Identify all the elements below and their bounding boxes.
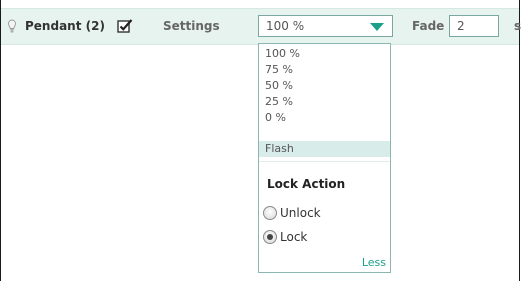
- dropdown-option[interactable]: 75 %: [259, 62, 390, 78]
- bulb-icon: [8, 19, 16, 33]
- dropdown-option[interactable]: 100 %: [259, 46, 390, 62]
- radio-label: Lock: [280, 230, 308, 244]
- dropdown-option[interactable]: 0 %: [259, 110, 390, 126]
- checkbox-checked-icon[interactable]: [117, 18, 133, 34]
- fade-unit-label: s: [514, 19, 522, 33]
- level-dropdown[interactable]: 100 %: [258, 15, 393, 37]
- right-frame-border: [519, 0, 520, 281]
- radio-button-selected-icon[interactable]: [263, 230, 277, 244]
- chevron-down-icon[interactable]: [370, 23, 384, 31]
- fade-label: Fade: [412, 19, 445, 33]
- device-settings-row: Pendant (2) Settings 100 % Fade 2 s: [1, 8, 522, 45]
- dropdown-selected-value: 100 %: [266, 19, 305, 33]
- device-name: Pendant (2): [25, 19, 105, 33]
- dropdown-option-highlighted[interactable]: Flash: [259, 141, 390, 157]
- radio-label: Unlock: [280, 206, 321, 220]
- lock-action-title: Lock Action: [267, 177, 346, 191]
- settings-label: Settings: [163, 19, 220, 33]
- fade-input[interactable]: 2: [449, 15, 499, 37]
- level-dropdown-menu: 100 % 75 % 50 % 25 % 0 % Flash Lock Acti…: [258, 43, 391, 273]
- less-link[interactable]: Less: [362, 256, 386, 269]
- radio-button-icon[interactable]: [263, 206, 277, 220]
- dropdown-option[interactable]: 25 %: [259, 94, 390, 110]
- radio-dot: [267, 234, 273, 240]
- menu-divider: [259, 161, 390, 162]
- dropdown-option[interactable]: 50 %: [259, 78, 390, 94]
